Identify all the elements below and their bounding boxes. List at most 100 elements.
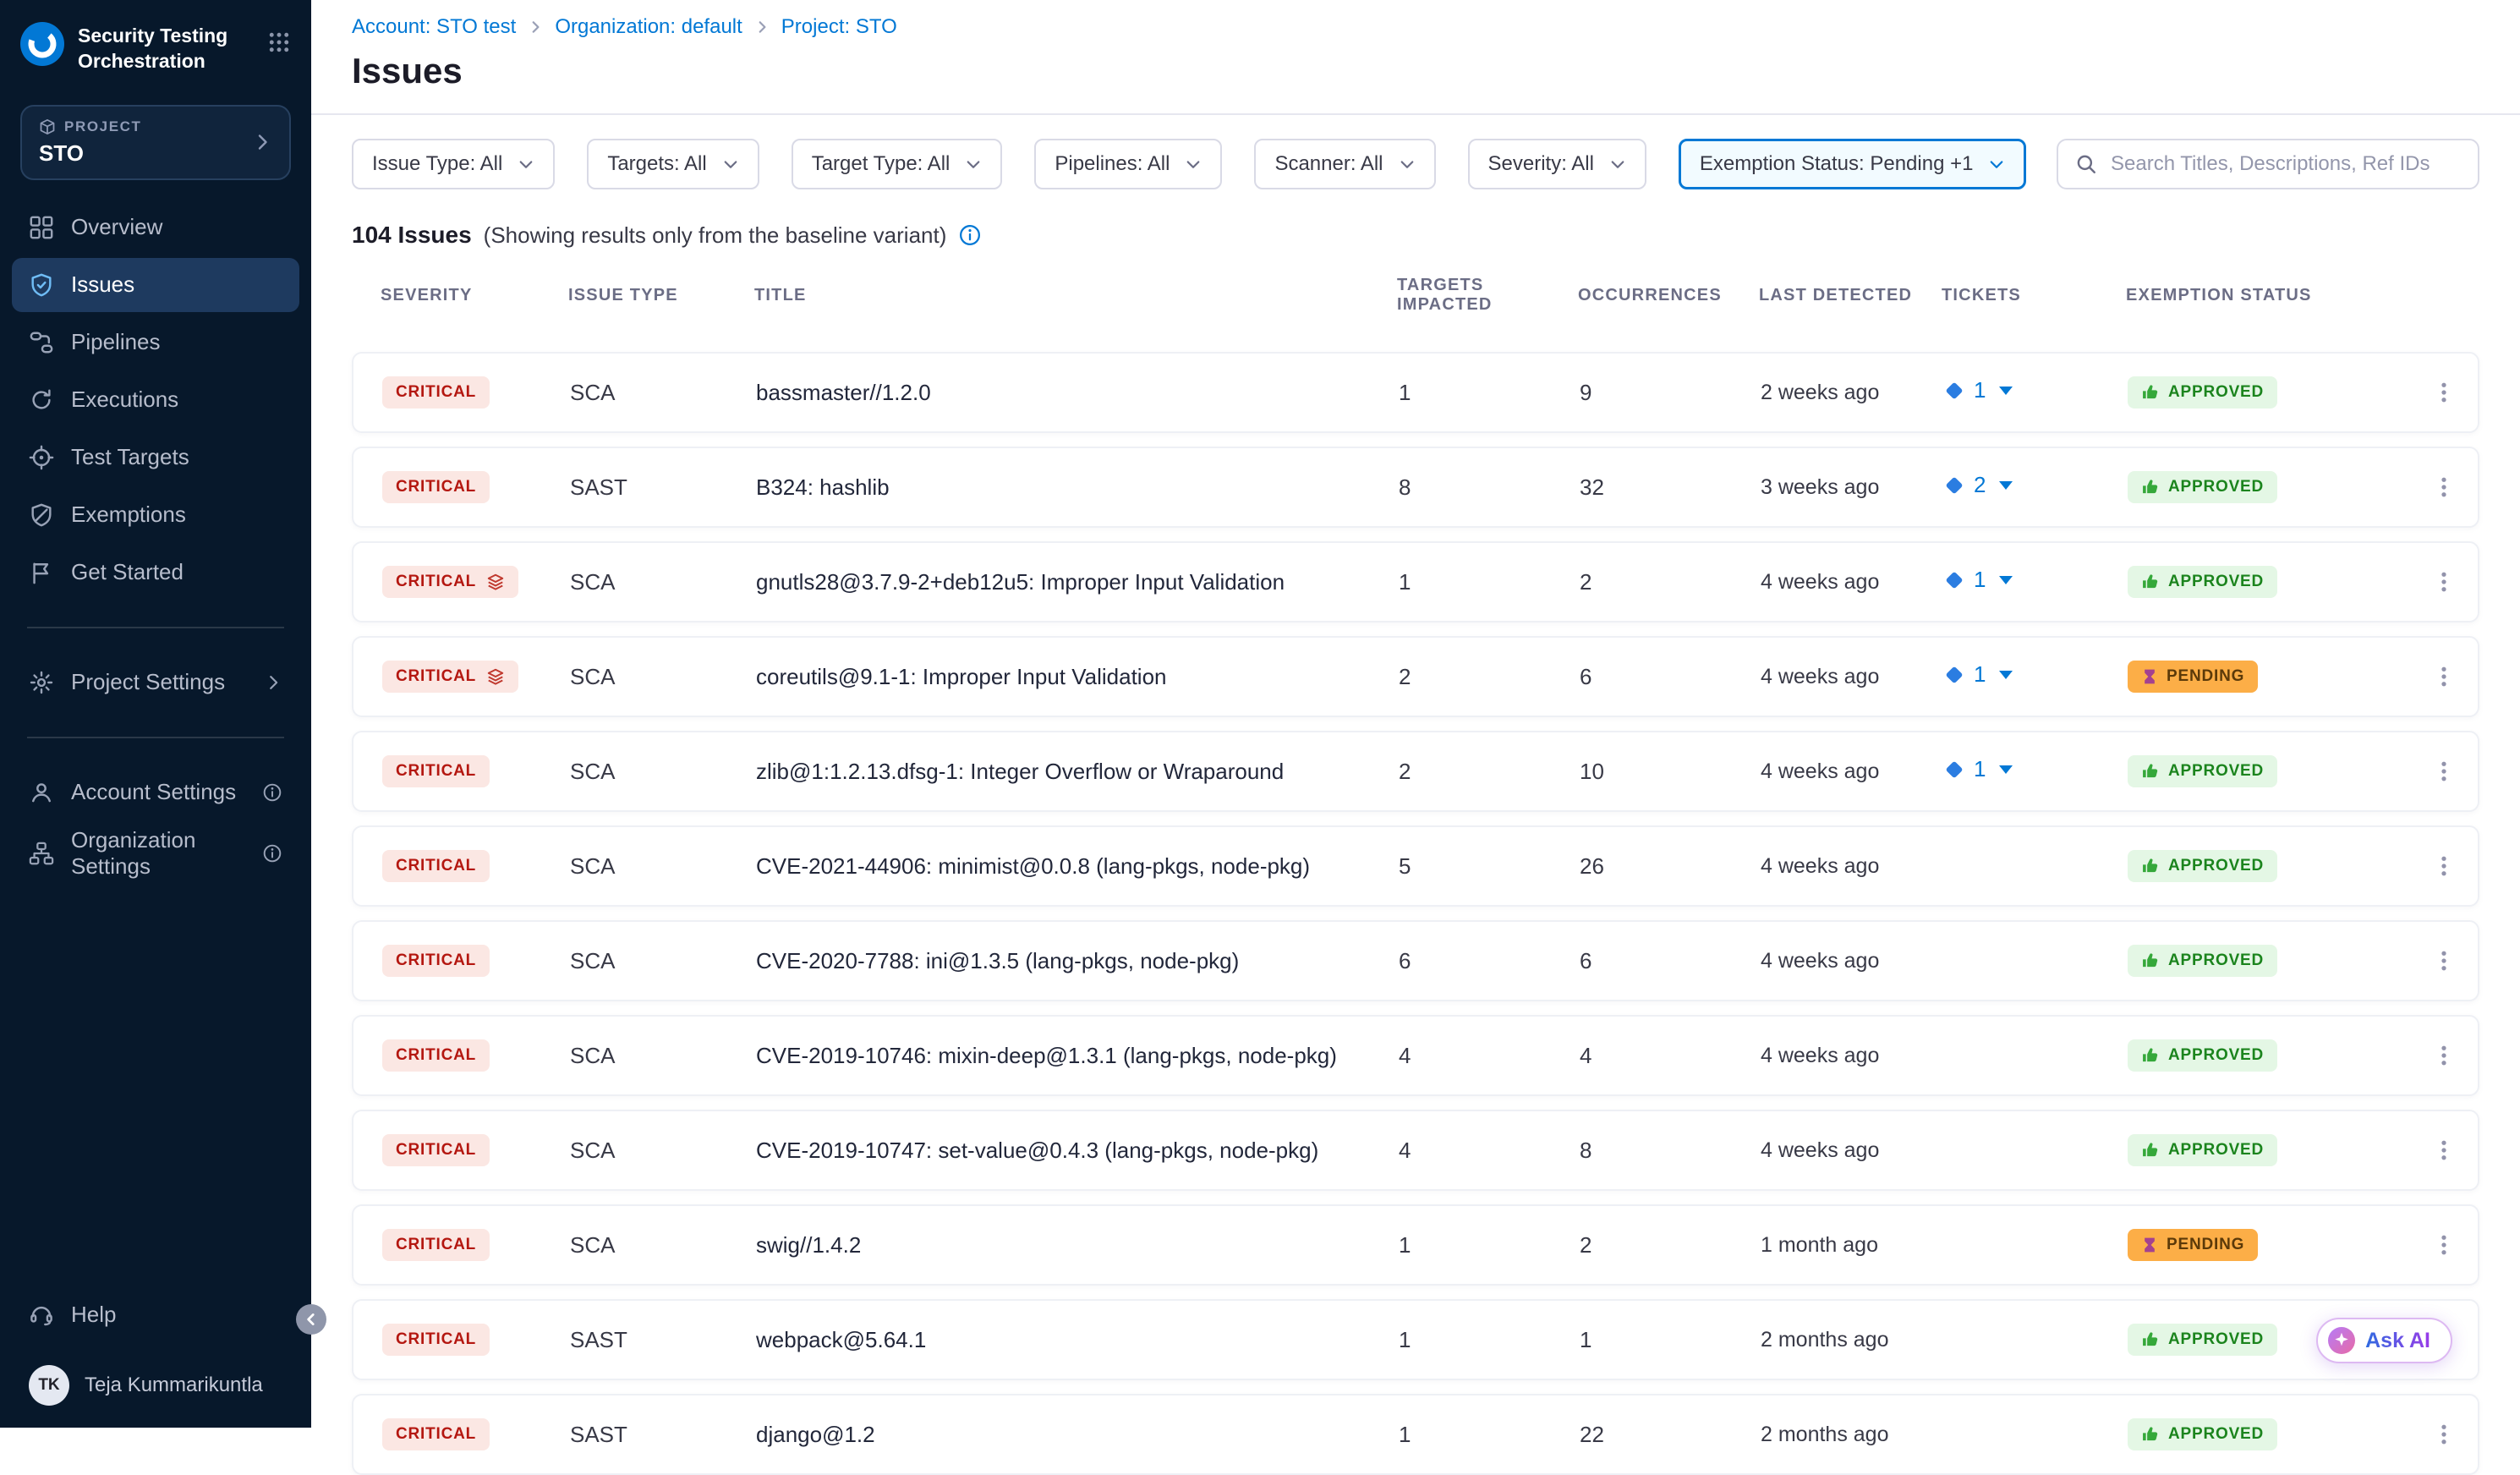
sidebar-item-test-targets[interactable]: Test Targets — [12, 430, 299, 485]
breadcrumb-organization[interactable]: Organization: default — [555, 15, 742, 39]
breadcrumb-project[interactable]: Project: STO — [781, 15, 897, 39]
table-row[interactable]: CRITICAL SCA coreutils@9.1-1: Improper I… — [352, 636, 2479, 717]
approved-icon — [2141, 951, 2160, 970]
sidebar-collapse-button[interactable] — [296, 1304, 326, 1335]
row-menu-button[interactable] — [2425, 942, 2462, 979]
row-menu-button[interactable] — [2425, 753, 2462, 790]
sidebar-nav: Overview Issues Pipelines Executions Tes… — [0, 197, 311, 603]
sidebar-item-executions[interactable]: Executions — [12, 373, 299, 427]
severity-badge: CRITICAL — [382, 1418, 490, 1450]
row-menu-button[interactable] — [2425, 469, 2462, 506]
approved-icon — [2141, 857, 2160, 875]
filter-dropdown[interactable]: Pipelines: All — [1034, 139, 1222, 189]
chevron-down-icon — [1399, 156, 1416, 173]
issues-table: SEVERITY ISSUE TYPE TITLE TARGETS IMPACT… — [311, 249, 2520, 1475]
issue-type: SCA — [570, 664, 756, 690]
row-menu-button[interactable] — [2425, 847, 2462, 885]
ticket-link[interactable]: 1 — [1943, 756, 2013, 782]
ask-ai-button[interactable]: Ask AI — [2316, 1318, 2452, 1363]
table-header: SEVERITY ISSUE TYPE TITLE TARGETS IMPACT… — [352, 249, 2479, 352]
ticket-link[interactable]: 1 — [1943, 661, 2013, 688]
filter-dropdown[interactable]: Exemption Status: Pending +1 — [1679, 139, 2027, 189]
sidebar-item-get-started[interactable]: Get Started — [12, 546, 299, 600]
sidebar-item-exemptions[interactable]: Exemptions — [12, 488, 299, 542]
filter-dropdown[interactable]: Issue Type: All — [352, 139, 555, 189]
chevron-right-icon — [252, 132, 272, 152]
ticket-link[interactable]: 2 — [1943, 472, 2013, 498]
targets-impacted: 6 — [1399, 948, 1580, 974]
table-row[interactable]: CRITICAL SCA CVE-2019-10746: mixin-deep@… — [352, 1015, 2479, 1096]
table-row[interactable]: CRITICAL SCA bassmaster//1.2.0 1 9 2 wee… — [352, 352, 2479, 433]
table-row[interactable]: CRITICAL SAST webpack@5.64.1 1 1 2 month… — [352, 1299, 2479, 1380]
chevron-down-icon — [518, 156, 534, 173]
ticket-icon — [1943, 664, 1965, 686]
exemption-badge: APPROVED — [2128, 1039, 2277, 1072]
filter-dropdown[interactable]: Targets: All — [587, 139, 759, 189]
target-icon — [29, 445, 54, 470]
row-menu-button[interactable] — [2425, 658, 2462, 695]
severity-badge: CRITICAL — [382, 471, 490, 503]
info-icon[interactable] — [958, 223, 982, 247]
info-icon[interactable] — [262, 782, 282, 803]
table-row[interactable]: CRITICAL SCA CVE-2019-10747: set-value@0… — [352, 1110, 2479, 1191]
column-header: SEVERITY — [381, 286, 568, 305]
filter-dropdown[interactable]: Scanner: All — [1254, 139, 1435, 189]
filter-dropdown[interactable]: Target Type: All — [792, 139, 1003, 189]
sidebar-item-help[interactable]: Help — [12, 1287, 299, 1341]
sidebar-item-issues[interactable]: Issues — [12, 258, 299, 312]
chevron-right-icon — [264, 673, 282, 692]
issue-type: SAST — [570, 1327, 756, 1353]
column-header: LAST DETECTED — [1759, 286, 1942, 305]
project-selector[interactable]: PROJECT STO — [20, 105, 291, 180]
filter-dropdown[interactable]: Severity: All — [1468, 139, 1646, 189]
targets-impacted: 2 — [1399, 664, 1580, 690]
ticket-link[interactable]: 1 — [1943, 377, 2013, 403]
severity-badge: CRITICAL — [382, 1134, 490, 1166]
exemption-badge: APPROVED — [2128, 566, 2277, 598]
breadcrumb-account[interactable]: Account: STO test — [352, 15, 516, 39]
table-row[interactable]: CRITICAL SCA CVE-2021-44906: minimist@0.… — [352, 825, 2479, 907]
avatar: TK — [29, 1365, 69, 1406]
sidebar-item-overview[interactable]: Overview — [12, 200, 299, 255]
sidebar-item-organization-settings[interactable]: Organization Settings — [12, 826, 299, 880]
issue-type: SCA — [570, 853, 756, 880]
row-menu-button[interactable] — [2425, 1037, 2462, 1074]
table-row[interactable]: CRITICAL SAST django@1.2 1 22 2 months a… — [352, 1394, 2479, 1475]
search-input[interactable] — [2111, 152, 2461, 176]
issue-type: SCA — [570, 1043, 756, 1069]
row-menu-button[interactable] — [2425, 563, 2462, 600]
severity-badge: CRITICAL — [382, 376, 490, 409]
row-menu-button[interactable] — [2425, 1226, 2462, 1264]
gear-icon — [29, 670, 54, 695]
table-row[interactable]: CRITICAL SCA zlib@1:1.2.13.dfsg-1: Integ… — [352, 731, 2479, 812]
table-row[interactable]: CRITICAL SCA CVE-2020-7788: ini@1.3.5 (l… — [352, 920, 2479, 1001]
table-row[interactable]: CRITICAL SCA gnutls28@3.7.9-2+deb12u5: I… — [352, 541, 2479, 622]
exemption-badge: APPROVED — [2128, 1134, 2277, 1166]
info-icon[interactable] — [262, 843, 282, 864]
pipelines-icon — [29, 330, 54, 355]
issue-type: SCA — [570, 759, 756, 785]
row-menu-button[interactable] — [2425, 374, 2462, 411]
column-header: ISSUE TYPE — [568, 286, 754, 305]
severity-badge: CRITICAL — [382, 661, 518, 693]
get-started-icon — [29, 560, 54, 585]
filter-bar: Issue Type: All Targets: All Target Type… — [352, 139, 2057, 189]
user-profile[interactable]: TK Teja Kummarikuntla — [0, 1365, 311, 1406]
sidebar-item-account-settings[interactable]: Account Settings — [12, 765, 299, 820]
ticket-link[interactable]: 1 — [1943, 567, 2013, 593]
last-detected: 4 weeks ago — [1761, 854, 1943, 879]
ask-ai-label: Ask AI — [2365, 1329, 2430, 1353]
table-row[interactable]: CRITICAL SCA swig//1.4.2 1 2 1 month ago — [352, 1204, 2479, 1286]
severity-badge: CRITICAL — [382, 755, 490, 787]
issue-title: CVE-2019-10746: mixin-deep@1.3.1 (lang-p… — [756, 1043, 1399, 1069]
issues-icon — [29, 272, 54, 298]
issue-type: SAST — [570, 474, 756, 501]
row-menu-button[interactable] — [2425, 1132, 2462, 1169]
table-row[interactable]: CRITICAL SAST B324: hashlib 8 32 3 weeks… — [352, 447, 2479, 528]
row-menu-button[interactable] — [2425, 1416, 2462, 1453]
sidebar-item-pipelines[interactable]: Pipelines — [12, 315, 299, 370]
sidebar-item-project-settings[interactable]: Project Settings — [12, 655, 299, 710]
apps-grid-icon[interactable] — [267, 22, 291, 54]
ticket-icon — [1943, 474, 1965, 496]
overview-icon — [29, 215, 54, 240]
